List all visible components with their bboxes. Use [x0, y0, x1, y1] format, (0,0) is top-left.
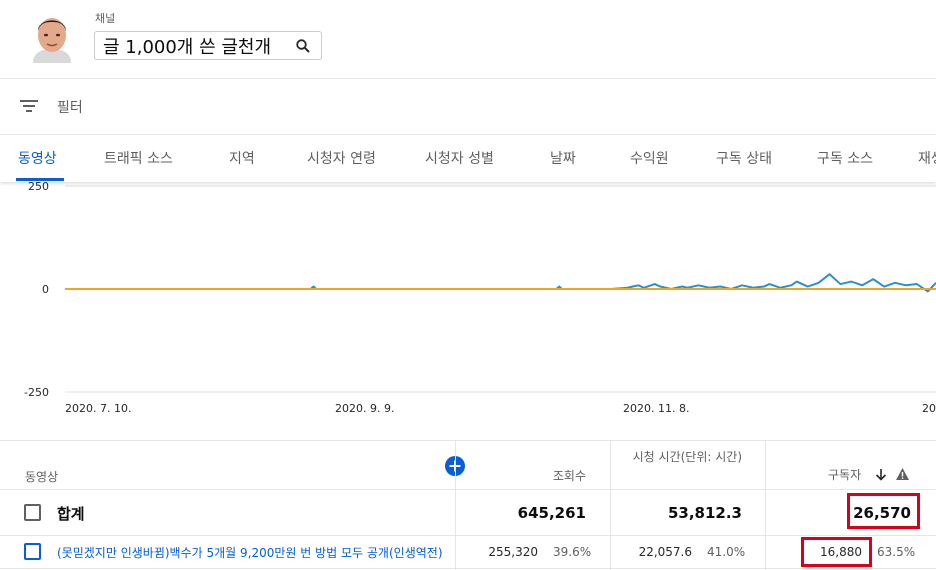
column-divider	[610, 441, 611, 570]
tab-viewer-age[interactable]: 시청자 연령	[307, 148, 376, 168]
column-header-watch-time[interactable]: 시청 시간(단위: 시간)	[628, 449, 742, 466]
channel-name: 글 1,000개 쓴 글천개	[103, 36, 272, 58]
tab-geography[interactable]: 지역	[229, 148, 255, 168]
tab-traffic-source[interactable]: 트래픽 소스	[104, 148, 173, 168]
total-row-checkbox[interactable]	[24, 504, 41, 521]
column-divider	[765, 441, 766, 570]
row-subscribers-pct: 63.5%	[877, 545, 916, 559]
total-label: 합계	[57, 505, 85, 523]
channel-selector[interactable]: 글 1,000개 쓴 글천개	[94, 31, 322, 60]
tab-videos[interactable]: 동영상	[18, 148, 57, 168]
row-watch-time: 22,057.6	[638, 545, 692, 559]
sort-descending-icon[interactable]	[875, 468, 887, 481]
tab-viewer-gender[interactable]: 시청자 성별	[425, 148, 494, 168]
line-chart-svg: 250 0 -250 2020. 7. 10. 2020. 9. 9. 2020. 11.…	[24, 180, 936, 415]
tab-subscription-source[interactable]: 구독 소스	[817, 148, 873, 168]
row-divider	[0, 568, 936, 569]
y-tick-label: 0	[42, 283, 49, 296]
row-divider	[0, 535, 936, 536]
column-header-video[interactable]: 동영상	[25, 468, 58, 485]
filter-icon[interactable]	[20, 98, 38, 114]
search-icon[interactable]	[295, 38, 311, 54]
x-tick-label: 20	[922, 402, 936, 415]
tab-revenue-source[interactable]: 수익원	[630, 148, 669, 168]
tab-subscription-status[interactable]: 구독 상태	[716, 148, 772, 168]
avatar[interactable]	[31, 11, 73, 63]
line-chart: 250 0 -250 2020. 7. 10. 2020. 9. 9. 2020. 11.…	[0, 180, 936, 440]
table-row-checkbox[interactable]	[24, 543, 41, 560]
active-tab-indicator	[16, 178, 64, 181]
video-title-link[interactable]: (못믿겠지만 인생바뀜)백수가 5개월 9,200만원 번 방법 모두 공개(인…	[57, 544, 452, 561]
filter-bar[interactable]: 필터	[0, 80, 936, 135]
filter-label: 필터	[57, 100, 83, 116]
y-tick-label: 250	[28, 182, 49, 193]
highlight-box-total-subscribers	[847, 493, 920, 529]
x-tick-label: 2020. 9. 9.	[335, 402, 394, 415]
x-tick-label: 2020. 7. 10.	[65, 402, 131, 415]
row-divider	[0, 489, 936, 490]
tab-playback[interactable]: 재생	[918, 148, 936, 168]
row-views-pct: 39.6%	[553, 545, 592, 559]
y-tick-label: -250	[24, 386, 49, 399]
row-watch-time-pct: 41.0%	[707, 545, 746, 559]
total-watch-time: 53,812.3	[667, 504, 742, 522]
channel-header: 채널 글 1,000개 쓴 글천개	[0, 0, 936, 79]
tab-date[interactable]: 날짜	[550, 148, 576, 168]
warning-icon[interactable]	[895, 467, 910, 481]
row-views: 255,320	[488, 545, 538, 559]
column-header-subscribers[interactable]: 구독자	[828, 466, 861, 483]
channel-label: 채널	[95, 12, 116, 25]
column-divider	[455, 441, 456, 570]
highlight-box-row-subscribers	[801, 537, 872, 567]
total-views: 645,261	[517, 504, 586, 522]
x-tick-label: 2020. 11. 8.	[623, 402, 689, 415]
dimension-tabs: 동영상 트래픽 소스 지역 시청자 연령 시청자 성별 날짜 수익원 구독 상태…	[0, 136, 936, 182]
videos-table: 동영상 조회수 시청 시간(단위: 시간) 구독자 합계 645,261 53,…	[0, 440, 936, 570]
column-header-views[interactable]: 조회수	[540, 467, 586, 484]
